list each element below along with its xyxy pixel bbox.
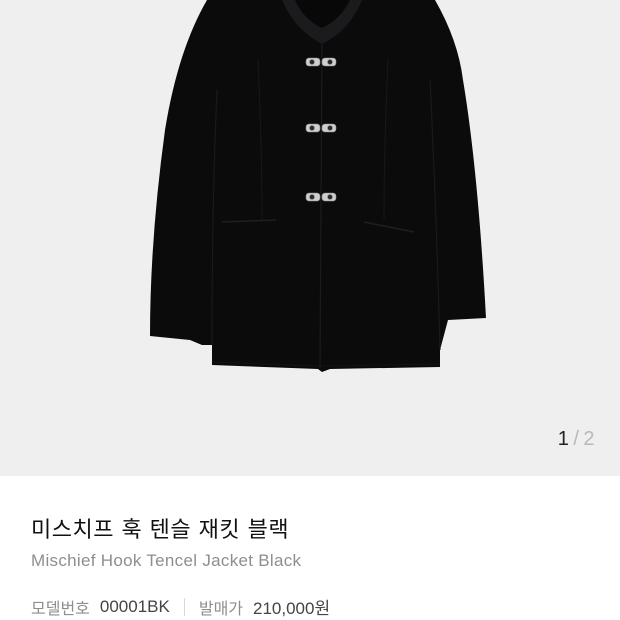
model-number-label: 모델번호 [31,598,90,618]
jacket-illustration [150,0,486,372]
product-info-section: 미스치프 훅 텐슬 재킷 블랙 Mischief Hook Tencel Jac… [0,476,620,620]
page-separator: / [573,428,580,450]
product-detail-page: 1/2 미스치프 훅 텐슬 재킷 블랙 Mischief Hook Tencel… [0,0,620,620]
product-image-gallery[interactable]: 1/2 [0,0,620,476]
model-number-value: 00001BK [99,596,170,616]
release-price-label: 발매가 [198,598,244,618]
total-page-number: 2 [583,428,595,450]
release-price-value: 210,000원 [253,599,331,618]
current-page-number: 1 [557,428,570,450]
product-name-korean: 미스치프 훅 텐슬 재킷 블랙 [31,518,290,543]
product-name-english: Mischief Hook Tencel Jacket Black [31,551,302,570]
image-page-indicator: 1/2 [558,428,595,451]
meta-divider [183,597,185,616]
product-meta-row: 모델번호 00001BK 발매가 210,000원 [31,594,330,619]
product-image[interactable] [0,0,620,476]
